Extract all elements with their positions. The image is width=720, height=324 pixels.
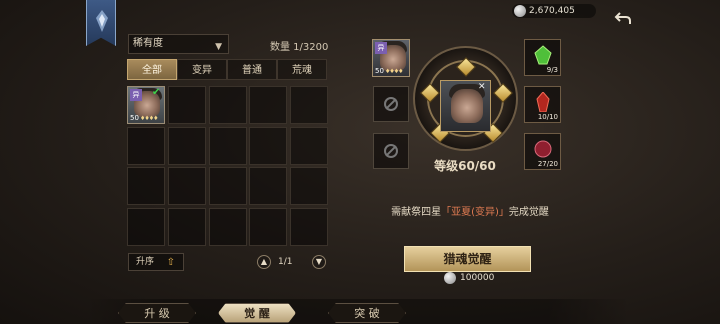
mutant-tag: 异 — [130, 89, 142, 101]
tab-breakthrough[interactable]: 突 破 — [328, 303, 406, 323]
inventory-slot[interactable] — [167, 167, 206, 205]
crest-icon — [96, 10, 108, 32]
inventory-slot[interactable] — [127, 167, 165, 205]
requirement-suffix: 完成觉醒 — [508, 207, 549, 218]
material-qty: 10/10 — [537, 113, 558, 121]
cost-value: 100000 — [460, 273, 495, 283]
hero-level: 50 — [375, 67, 384, 75]
hero-level: 50 — [130, 114, 139, 122]
inventory-slot[interactable] — [290, 207, 329, 246]
inventory-slot[interactable] — [249, 86, 288, 124]
sacrifice-slot-hero[interactable]: 异 50 ♦♦♦♦ — [372, 39, 410, 77]
tab-mutant[interactable]: 变异 — [177, 59, 227, 80]
tab-normal[interactable]: 普通 — [227, 59, 277, 80]
soul-hunt-awaken-button[interactable]: 猎魂觉醒 — [404, 246, 531, 272]
chevron-down-icon: ▼ — [215, 42, 222, 52]
inventory-slot[interactable] — [167, 207, 206, 246]
checkmark-icon: ✔ — [152, 87, 161, 98]
inventory-slot[interactable] — [208, 167, 247, 205]
crimson-orb-icon — [534, 140, 552, 158]
inventory-slot[interactable] — [208, 126, 247, 165]
inventory-slot[interactable] — [290, 167, 329, 205]
star-rating-icon: ♦♦♦♦ — [140, 115, 158, 122]
sort-dropdown-label: 稀有度 — [133, 38, 163, 49]
hero-level-label: 等级60/60 — [434, 159, 496, 173]
awaken-cost: 100000 — [444, 272, 495, 284]
inventory-slot-hero[interactable]: 异 50 ♦♦♦♦ ✔ — [127, 86, 165, 124]
arrow-up-icon: ⇧ — [166, 257, 175, 268]
inventory-slot[interactable] — [208, 207, 247, 246]
page-down-button[interactable]: ▼ — [312, 255, 326, 269]
filter-tabs: 全部 变异 普通 荒魂 — [127, 59, 327, 80]
sort-dropdown[interactable]: 稀有度 ▼ — [128, 34, 229, 54]
tab-all[interactable]: 全部 — [127, 59, 177, 80]
guild-banner[interactable] — [86, 0, 116, 46]
tab-wild-soul[interactable]: 荒魂 — [277, 59, 327, 80]
requirement-prefix: 需献祭四星 — [391, 207, 442, 218]
material-slot-crimson-orb[interactable]: 27/20 — [524, 133, 561, 170]
currency-display: 2,670,405 — [512, 4, 596, 18]
sacrifice-slot-locked[interactable] — [373, 133, 409, 169]
silver-coin-icon — [514, 5, 526, 17]
ascending-sort-button[interactable]: 升序 ⇧ — [128, 253, 184, 271]
sacrifice-slot-locked[interactable] — [373, 86, 409, 122]
inventory-slot[interactable] — [249, 207, 288, 246]
locked-icon — [384, 144, 398, 158]
material-slot-green-gem[interactable]: 9/3 — [524, 39, 561, 76]
inventory-slot[interactable] — [290, 86, 329, 124]
awaken-requirement: 需献祭四星「亚夏(变异)」完成觉醒 — [370, 203, 570, 218]
inventory-slot[interactable] — [127, 207, 165, 246]
green-gem-icon — [534, 45, 552, 65]
requirement-hero: 「亚夏(变异)」 — [441, 207, 509, 218]
inventory-slot[interactable] — [249, 126, 288, 165]
material-qty: 27/20 — [537, 160, 558, 168]
inventory-slot[interactable] — [167, 86, 206, 124]
red-crystal-icon — [536, 92, 550, 112]
material-qty: 9/3 — [546, 66, 558, 74]
currency-value: 2,670,405 — [529, 6, 575, 16]
return-arrow-icon[interactable] — [614, 10, 632, 26]
mutant-tag: 异 — [375, 42, 387, 54]
tab-upgrade[interactable]: 升 级 — [118, 303, 196, 323]
inventory-slot[interactable] — [208, 86, 247, 124]
inventory-slot[interactable] — [127, 126, 165, 165]
inventory-grid: 异 50 ♦♦♦♦ ✔ — [127, 86, 329, 246]
silver-coin-icon — [444, 272, 456, 284]
ascending-sort-label: 升序 — [136, 257, 155, 267]
inventory-count: 数量 1/3200 — [270, 42, 329, 53]
page-up-button[interactable]: ▲ — [257, 255, 271, 269]
locked-icon — [384, 97, 398, 111]
page-indicator: 1/1 — [278, 257, 293, 267]
star-rating-icon: ♦♦♦♦ — [385, 68, 403, 75]
inventory-slot[interactable] — [249, 167, 288, 205]
inventory-slot[interactable] — [167, 126, 206, 165]
tab-awaken[interactable]: 觉 醒 — [218, 303, 296, 323]
hero-face — [451, 89, 483, 123]
inventory-slot[interactable] — [290, 126, 329, 165]
remove-icon[interactable]: ✕ — [478, 82, 486, 92]
material-slot-red-crystal[interactable]: 10/10 — [524, 86, 561, 123]
